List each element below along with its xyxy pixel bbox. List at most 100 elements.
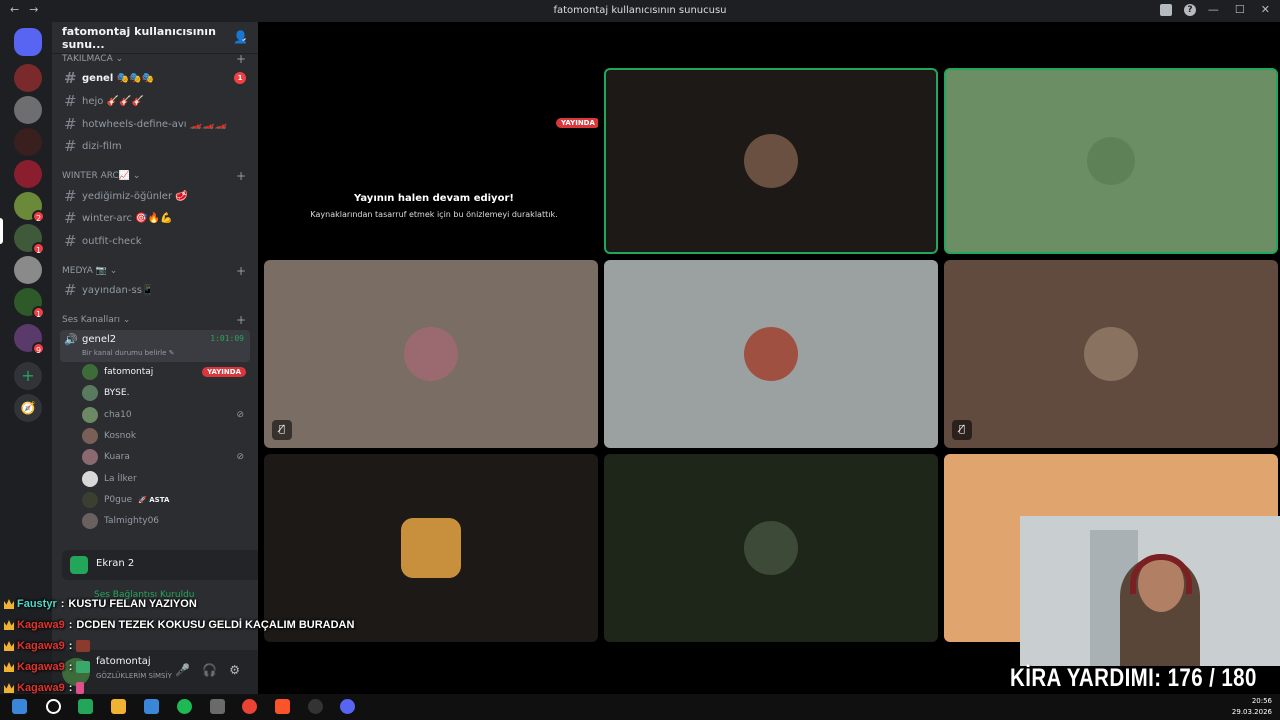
- avatar: [82, 449, 98, 465]
- participant-tile[interactable]: [604, 68, 938, 254]
- explore-icon[interactable]: 🧭: [14, 394, 42, 422]
- chat-text: KUSTU FELAN YAZIYON: [68, 598, 197, 610]
- server-icon-1[interactable]: [14, 64, 42, 92]
- server-icon-active[interactable]: 1: [14, 224, 45, 255]
- voice-user[interactable]: fatomontaj YAYINDA: [82, 362, 252, 382]
- live-badge: YAYINDA: [556, 118, 598, 128]
- chat-message: Faustyr : KUSTU FELAN YAZIYON: [4, 596, 197, 612]
- system-clock[interactable]: 20:56 29.03.2026: [1232, 696, 1272, 718]
- discord-icon[interactable]: [340, 699, 355, 714]
- screen-share-icon: [70, 556, 88, 574]
- voice-user[interactable]: cha10 ⊘: [82, 405, 252, 425]
- search-icon[interactable]: [46, 699, 61, 714]
- channel-yayindan-ss[interactable]: # yayından-ss📱: [60, 280, 250, 300]
- muted-mic-icon: 🎙̸: [272, 420, 292, 440]
- chat-separator: :: [68, 661, 73, 673]
- chat-separator: :: [68, 619, 73, 631]
- channel-yedigimiz[interactable]: # yediğimiz-öğünler 🥩: [60, 186, 250, 206]
- file-explorer-icon[interactable]: [111, 699, 126, 714]
- voice-user[interactable]: P0gue 🚀 ASTA: [82, 490, 252, 510]
- maximize-button[interactable]: ☐: [1235, 3, 1245, 16]
- voice-user[interactable]: Kuara ⊘: [82, 447, 252, 467]
- add-server-icon[interactable]: +: [14, 362, 42, 390]
- server-icon-7[interactable]: [14, 256, 42, 284]
- channel-hejo[interactable]: # hejo 🎸🎸🎸: [60, 91, 250, 111]
- channel-status-prompt[interactable]: Bir kanal durumu belirle ✎: [82, 349, 175, 357]
- add-channel-icon[interactable]: +: [236, 52, 246, 66]
- muted-mic-icon: ⊘: [236, 452, 244, 462]
- voice-user[interactable]: Kosnok: [82, 426, 252, 446]
- voice-channel-genel2[interactable]: 🔊 genel2 1:01:09 Bir kanal durumu belirl…: [60, 330, 250, 362]
- spotify-icon[interactable]: [177, 699, 192, 714]
- channel-genel[interactable]: # genel 🎭🎭🎭 1: [60, 68, 250, 88]
- brave-icon[interactable]: [275, 699, 290, 714]
- clock-date: 29.03.2026: [1231, 708, 1272, 716]
- channel-hotwheels[interactable]: # hotwheels-define-avı 🏎️🏎️🏎️: [60, 114, 250, 134]
- participant-tile[interactable]: 🎙̸: [264, 260, 598, 448]
- windows-start-icon[interactable]: [12, 699, 27, 714]
- hash-icon: #: [64, 232, 77, 250]
- close-button[interactable]: ✕: [1261, 3, 1270, 16]
- headphones-icon: [1130, 554, 1192, 594]
- server-header[interactable]: fatomontaj kullanıcısının sunu... ⌄ 👤: [52, 22, 258, 54]
- chat-user: Kagawa9: [17, 682, 65, 694]
- crown-icon: [4, 620, 14, 630]
- hash-icon: #: [64, 137, 77, 155]
- participant-tile[interactable]: [604, 454, 938, 642]
- app-icon[interactable]: [144, 699, 159, 714]
- chrome-icon[interactable]: [242, 699, 257, 714]
- chat-user: Faustyr: [17, 598, 57, 610]
- mention-badge: 1: [32, 242, 45, 255]
- channel-label: genel 🎭🎭🎭: [82, 72, 155, 84]
- crown-icon: [4, 683, 14, 693]
- category-medya[interactable]: MEDYA 📷 ⌄: [62, 266, 117, 276]
- calculator-icon[interactable]: [210, 699, 225, 714]
- server-icon-8[interactable]: 1: [14, 288, 45, 319]
- mention-badge: 2: [32, 210, 45, 223]
- app-icon[interactable]: [78, 699, 93, 714]
- add-channel-icon[interactable]: +: [236, 313, 246, 327]
- participant-tile[interactable]: [944, 68, 1278, 254]
- hash-icon: #: [64, 209, 77, 227]
- help-icon[interactable]: ?: [1184, 4, 1196, 16]
- server-icon-3[interactable]: [14, 128, 42, 156]
- channel-outfit-check[interactable]: # outfit-check: [60, 231, 250, 251]
- speaker-icon: 🔊: [64, 333, 78, 346]
- discord-home-icon[interactable]: [14, 28, 42, 56]
- hash-icon: #: [64, 69, 77, 87]
- voice-user[interactable]: BYSE.: [82, 383, 252, 403]
- channel-label: dizi-film: [82, 140, 122, 152]
- participant-tile[interactable]: 🎙̸: [944, 260, 1278, 448]
- channel-dizi-film[interactable]: # dizi-film: [60, 136, 250, 156]
- server-icon-9[interactable]: 9: [14, 324, 45, 355]
- server-name: fatomontaj kullanıcısının sunu...: [62, 24, 216, 51]
- inbox-icon[interactable]: [1160, 4, 1172, 16]
- paused-stream-tile[interactable]: YAYINDA Yayının halen devam ediyor! Kayn…: [264, 68, 598, 254]
- add-channel-icon[interactable]: +: [236, 169, 246, 183]
- add-channel-icon[interactable]: +: [236, 264, 246, 278]
- crown-icon: [4, 599, 14, 609]
- minimize-button[interactable]: —: [1208, 3, 1219, 16]
- voice-user[interactable]: La İlker: [82, 469, 252, 489]
- channel-sidebar: fatomontaj kullanıcısının sunu... ⌄ 👤 TA…: [52, 22, 298, 694]
- avatar: [82, 492, 98, 508]
- avatar: [82, 428, 98, 444]
- chat-separator: :: [68, 682, 73, 694]
- server-icon-4[interactable]: [14, 160, 42, 188]
- server-icon-2[interactable]: [14, 96, 42, 124]
- channel-winter-arc[interactable]: # winter-arc 🎯🔥💪: [60, 208, 250, 228]
- category-takilmaca[interactable]: TAKILMACA ⌄: [62, 54, 123, 64]
- clock-time: 20:56: [1251, 697, 1272, 705]
- obs-icon[interactable]: [308, 699, 323, 714]
- invite-people-icon[interactable]: 👤: [233, 30, 248, 44]
- voice-user-name: La İlker: [104, 474, 137, 484]
- avatar: [744, 327, 798, 381]
- category-winter-arc[interactable]: WINTER ARC📈 ⌄: [62, 171, 140, 181]
- participant-tile[interactable]: [604, 260, 938, 448]
- active-server-pill: [0, 218, 3, 244]
- category-ses-kanallari[interactable]: Ses Kanalları ⌄: [62, 315, 130, 325]
- voice-user-name: BYSE.: [104, 388, 130, 398]
- hash-icon: #: [64, 115, 77, 133]
- voice-user[interactable]: Talmighty06: [82, 511, 252, 531]
- server-icon-5[interactable]: 2: [14, 192, 45, 223]
